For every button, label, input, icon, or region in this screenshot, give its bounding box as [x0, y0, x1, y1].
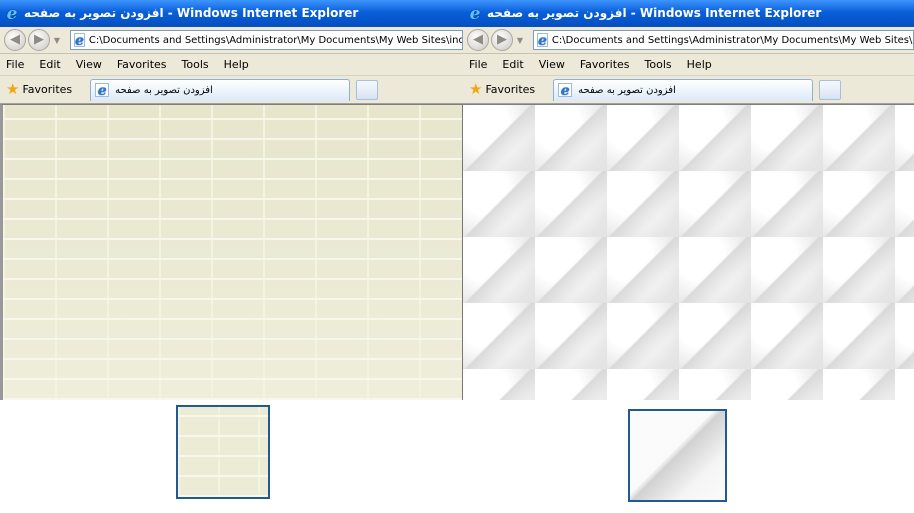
- brick-tile-sample: [176, 405, 270, 499]
- browser-window-left: e افزودن تصویر به صفحه - Windows Interne…: [0, 0, 463, 400]
- favorites-button[interactable]: ★ Favorites: [6, 82, 72, 97]
- tab-title: افزودن تصویر به صفحه: [115, 84, 213, 96]
- favorites-button[interactable]: ★ Favorites: [469, 82, 535, 97]
- title-bar[interactable]: e افزودن تصویر به صفحه - Windows Interne…: [463, 0, 914, 27]
- menu-edit[interactable]: Edit: [502, 58, 523, 71]
- ie-logo-icon: e: [558, 83, 573, 98]
- menu-favorites[interactable]: Favorites: [580, 58, 630, 71]
- title-bar[interactable]: e افزودن تصویر به صفحه - Windows Interne…: [0, 0, 463, 27]
- menu-tools[interactable]: Tools: [182, 58, 209, 71]
- forward-arrow-icon[interactable]: ▶: [491, 29, 513, 51]
- ie-logo-icon: e: [95, 83, 110, 98]
- menu-bar: File Edit View Favorites Tools Help: [463, 54, 914, 76]
- tab-title: افزودن تصویر به صفحه: [578, 84, 676, 96]
- menu-file[interactable]: File: [6, 58, 24, 71]
- back-arrow-icon[interactable]: ◀: [4, 29, 26, 51]
- page-icon: e: [74, 33, 85, 49]
- forward-arrow-icon[interactable]: ▶: [28, 29, 50, 51]
- address-input[interactable]: e C:\Documents and Settings\Administrato…: [533, 30, 914, 50]
- star-icon: ★: [6, 80, 20, 98]
- favorites-label: Favorites: [485, 83, 536, 96]
- address-bar-row: ◀ ▶ ▼ e C:\Documents and Settings\Admini…: [463, 27, 914, 54]
- favorites-label: Favorites: [22, 83, 73, 96]
- menu-bar: File Edit View Favorites Tools Help: [0, 54, 463, 76]
- menu-favorites[interactable]: Favorites: [117, 58, 167, 71]
- new-tab-button[interactable]: [356, 79, 379, 100]
- menu-help[interactable]: Help: [224, 58, 249, 71]
- address-text: C:\Documents and Settings\Administrator\…: [88, 34, 463, 46]
- window-title: افزودن تصویر به صفحه - Windows Internet …: [487, 6, 822, 20]
- pyramid-tile-sample: [628, 409, 727, 502]
- menu-view[interactable]: View: [76, 58, 102, 71]
- screenshot-stage: e افزودن تصویر به صفحه - Windows Interne…: [0, 0, 914, 513]
- tab-current-page[interactable]: e افزودن تصویر به صفحه: [90, 78, 351, 101]
- favorites-bar: ★ Favorites e افزودن تصویر به صفحه: [0, 76, 463, 104]
- chevron-down-icon[interactable]: ▼: [515, 36, 525, 45]
- back-arrow-icon[interactable]: ◀: [467, 29, 489, 51]
- star-icon: ★: [469, 80, 483, 98]
- browser-window-right: e افزودن تصویر به صفحه - Windows Interne…: [463, 0, 914, 400]
- new-tab-button[interactable]: [819, 79, 842, 100]
- ie-logo-icon: e: [469, 3, 481, 24]
- address-bar-row: ◀ ▶ ▼ e C:\Documents and Settings\Admini…: [0, 27, 463, 54]
- window-title: افزودن تصویر به صفحه - Windows Internet …: [24, 6, 359, 20]
- favorites-bar: ★ Favorites e افزودن تصویر به صفحه: [463, 76, 914, 104]
- tab-current-page[interactable]: e افزودن تصویر به صفحه: [553, 78, 814, 101]
- address-text: C:\Documents and Settings\Administrator\…: [551, 34, 914, 46]
- menu-edit[interactable]: Edit: [39, 58, 60, 71]
- menu-file[interactable]: File: [469, 58, 487, 71]
- page-icon: e: [537, 33, 548, 49]
- menu-help[interactable]: Help: [687, 58, 712, 71]
- menu-tools[interactable]: Tools: [645, 58, 672, 71]
- menu-view[interactable]: View: [539, 58, 565, 71]
- ie-logo-icon: e: [6, 3, 18, 24]
- address-input[interactable]: e C:\Documents and Settings\Administrato…: [70, 30, 463, 50]
- page-content-brick-background: [0, 104, 463, 400]
- page-content-tile-background: [463, 104, 914, 400]
- chevron-down-icon[interactable]: ▼: [52, 36, 62, 45]
